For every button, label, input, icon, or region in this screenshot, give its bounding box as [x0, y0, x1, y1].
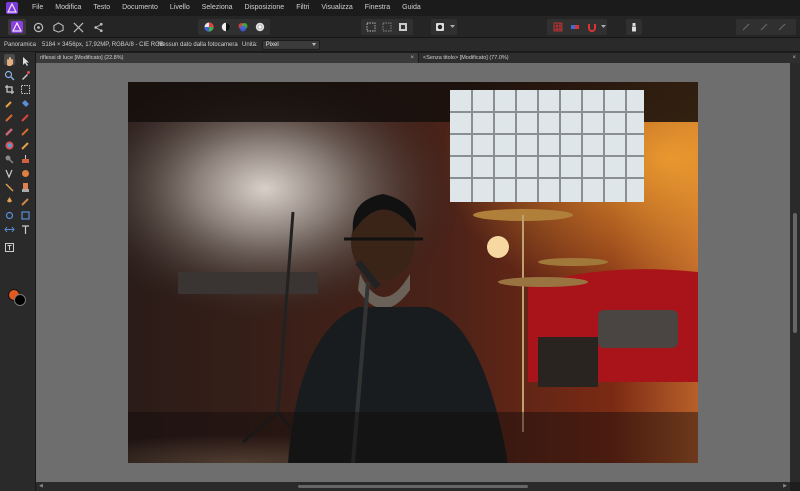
scroll-right-icon[interactable]: ▶: [783, 483, 787, 489]
affinity-photo-window: File Modifica Testo Documento Livello Se…: [0, 0, 800, 491]
snap-flag-icon[interactable]: [568, 19, 582, 35]
flip-icon[interactable]: [757, 19, 771, 35]
zoom-tool-icon[interactable]: [4, 68, 15, 81]
node-tool-icon[interactable]: [4, 180, 15, 192]
photo-persona-icon[interactable]: [8, 19, 26, 35]
menu-finestra[interactable]: Finestra: [359, 0, 396, 16]
unit-select-value: Pixel: [265, 41, 279, 48]
pen-tool-icon[interactable]: [4, 166, 15, 179]
shape-tool-icon[interactable]: [20, 166, 31, 177]
tab-senza-titolo[interactable]: <Senza titolo> [Modificato] (77.0%) ×: [419, 53, 800, 63]
color-balance-icon[interactable]: [236, 19, 250, 35]
app-logo-icon: [4, 0, 20, 16]
document-photo[interactable]: [128, 82, 698, 463]
quick-mask-icon[interactable]: [434, 19, 446, 35]
tab-riflessi-di-luce[interactable]: riflessi di luce [Modificato] (22.8%) ×: [36, 53, 418, 63]
crop-tool-icon[interactable]: [4, 82, 15, 94]
smudge-icon[interactable]: [20, 124, 31, 136]
tab-label: riflessi di luce [Modificato] (22.8%): [40, 55, 124, 61]
vertical-scrollbar[interactable]: [790, 63, 800, 482]
sponge-tool-icon[interactable]: [20, 152, 31, 163]
mesh-warp-icon[interactable]: [4, 208, 15, 220]
color-picker-icon[interactable]: [20, 68, 31, 80]
frame-text-icon[interactable]: [4, 240, 15, 252]
close-icon[interactable]: ×: [792, 53, 796, 63]
invert-selection-icon[interactable]: [396, 19, 410, 35]
menu-disposizione[interactable]: Disposizione: [239, 0, 291, 16]
image-info: 5184 × 3456px, 17,92MP, RGBA/8 - CIE RGB: [42, 41, 164, 48]
grid-icon[interactable]: [551, 19, 565, 35]
perspective-icon[interactable]: [20, 208, 31, 220]
tools-panel: [0, 52, 36, 491]
menu-filtri[interactable]: Filtri: [290, 0, 315, 16]
menu-livello[interactable]: Livello: [164, 0, 196, 16]
canvas-area[interactable]: [36, 63, 790, 482]
current-tool-name: Panoramica: [4, 41, 37, 48]
snapping-magnet-icon[interactable]: [585, 19, 599, 35]
close-icon[interactable]: ×: [410, 53, 414, 63]
tab-label: <Senza titolo> [Modificato] (77.0%): [423, 55, 509, 61]
unit-select[interactable]: Pixel: [261, 39, 320, 50]
background-color-swatch[interactable]: [14, 294, 26, 306]
menu-file[interactable]: File: [26, 0, 49, 16]
selection-brush-icon[interactable]: [4, 96, 15, 108]
menu-documento[interactable]: Documento: [116, 0, 164, 16]
chevron-down-icon[interactable]: [600, 19, 607, 35]
menu-guida[interactable]: Guida: [396, 0, 427, 16]
liquify-persona-icon[interactable]: [30, 19, 46, 35]
white-balance-icon[interactable]: [253, 19, 267, 35]
export-persona-icon[interactable]: [90, 19, 106, 35]
red-eye-icon[interactable]: [20, 194, 31, 206]
chevron-down-icon[interactable]: [448, 19, 456, 35]
inpainting-icon[interactable]: [20, 138, 31, 150]
blur-brush-icon[interactable]: [4, 194, 15, 205]
menu-visualizza[interactable]: Visualizza: [315, 0, 358, 16]
develop-persona-icon[interactable]: [50, 19, 66, 35]
assistant-icon[interactable]: [628, 19, 640, 35]
vertical-scroll-thumb[interactable]: [793, 213, 797, 333]
menu-testo[interactable]: Testo: [87, 0, 116, 16]
gradient-tool-icon[interactable]: [4, 138, 15, 150]
eraser-icon[interactable]: [4, 124, 15, 136]
flood-fill-icon[interactable]: [20, 96, 31, 107]
menu-seleziona[interactable]: Seleziona: [196, 0, 239, 16]
rotate-icon[interactable]: [775, 19, 789, 35]
pencil-icon[interactable]: [20, 110, 31, 122]
select-all-icon[interactable]: [364, 19, 378, 35]
color-wheel-icon[interactable]: [202, 19, 216, 35]
menu-modifica[interactable]: Modifica: [49, 0, 87, 16]
menu-bar: File Modifica Testo Documento Livello Se…: [0, 0, 800, 16]
paint-brush-icon[interactable]: [4, 110, 15, 122]
move-tool-icon[interactable]: [20, 54, 31, 66]
marquee-tool-icon[interactable]: [20, 82, 31, 94]
scroll-left-icon[interactable]: ◀: [39, 483, 43, 489]
horizontal-scroll-thumb[interactable]: [298, 485, 528, 488]
view-tool-icon[interactable]: [4, 54, 15, 66]
horizontal-scrollbar[interactable]: ◀ ▶: [36, 482, 790, 491]
dodge-tool-icon[interactable]: [4, 152, 15, 164]
flip-tool-icon[interactable]: [4, 222, 15, 233]
unit-label: Unità:: [242, 41, 258, 48]
tone-mapping-persona-icon[interactable]: [70, 19, 86, 35]
document-tabs: riflessi di luce [Modificato] (22.8%) × …: [36, 52, 800, 63]
deselect-icon[interactable]: [380, 19, 394, 35]
align-icon[interactable]: [739, 19, 753, 35]
text-tool-icon[interactable]: [20, 222, 31, 234]
context-toolbar: Panoramica 5184 × 3456px, 17,92MP, RGBA/…: [0, 38, 800, 52]
contrast-icon[interactable]: [219, 19, 233, 35]
toolbar: [0, 16, 800, 38]
camera-info: Nessun dato dalla fotocamera: [158, 41, 238, 48]
clone-tool-icon[interactable]: [20, 180, 31, 192]
chevron-down-icon: [311, 42, 316, 46]
